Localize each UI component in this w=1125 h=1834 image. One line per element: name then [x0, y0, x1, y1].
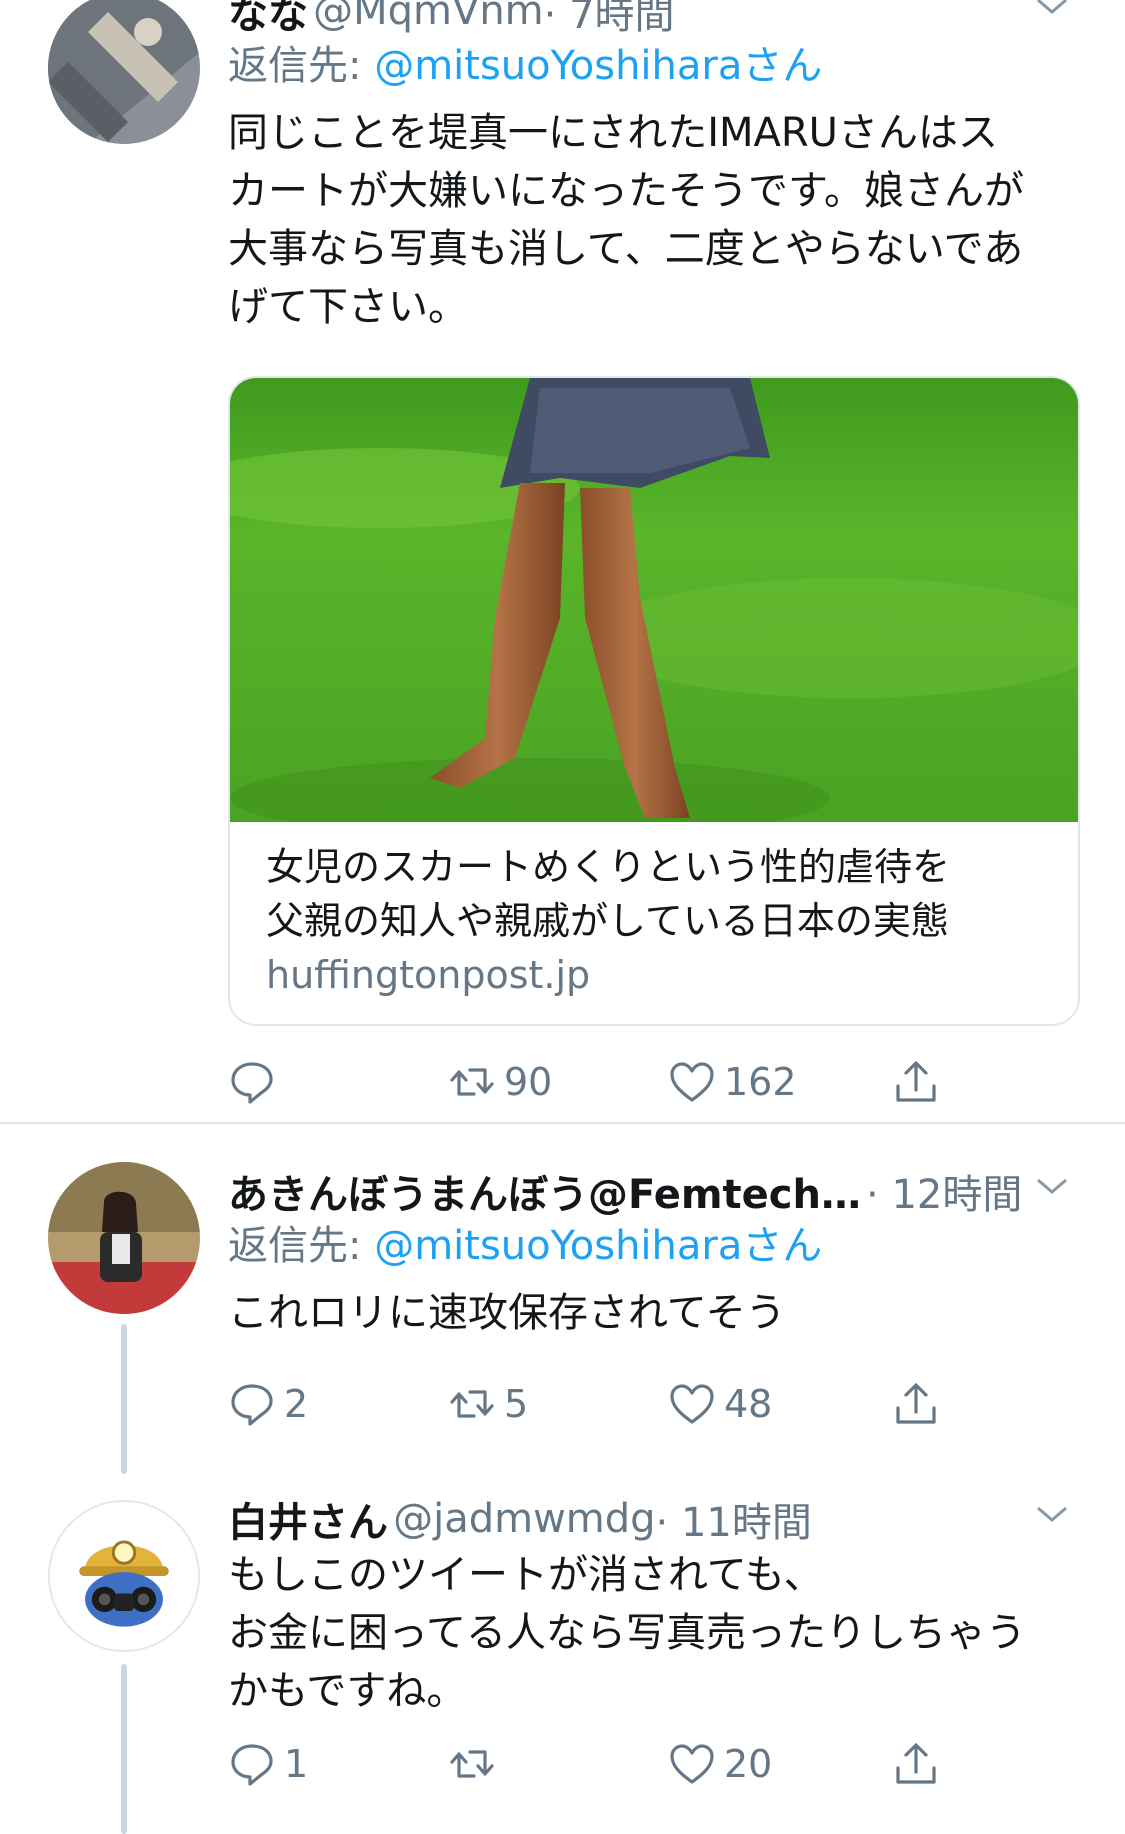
reply-icon [231, 1062, 273, 1104]
avatar[interactable] [48, 1500, 200, 1652]
share-icon [896, 1383, 936, 1424]
retweet-count: 5 [504, 1382, 529, 1426]
reply-to-label: 返信先: [228, 43, 375, 89]
timestamp[interactable]: · 12時間 [866, 1172, 1022, 1218]
reply-mention-link[interactable]: @mitsuoYoshiharaさん [374, 1223, 822, 1269]
reply-icon [231, 1744, 273, 1786]
like-button[interactable]: 48 [668, 1374, 772, 1434]
avatar-photo-icon [48, 0, 200, 144]
reply-button[interactable]: 2 [228, 1374, 308, 1434]
tweet-text: 同じことを堤真一にされたIMARUさんはス カートが大嫌いになったそうです。娘さ… [228, 110, 1024, 330]
tweet-divider [0, 1122, 1125, 1124]
retweet-icon [450, 1750, 494, 1778]
timestamp[interactable]: · 7時間 [544, 0, 675, 38]
reply-button[interactable]: 1 [228, 1734, 308, 1794]
heart-icon [670, 1384, 714, 1424]
retweet-button[interactable] [448, 1734, 504, 1794]
display-name[interactable]: 白井さん [228, 1500, 388, 1546]
like-count: 162 [724, 1060, 797, 1104]
reply-count: 1 [284, 1742, 309, 1786]
tweet-actions: 1 20 [228, 1734, 1028, 1794]
reply-count: 2 [284, 1382, 309, 1426]
reply-to: 返信先: @mitsuoYoshiharaさん [228, 1218, 1080, 1274]
retweet-icon [450, 1068, 494, 1096]
timestamp[interactable]: · 11時間 [656, 1500, 812, 1546]
chevron-down-icon[interactable] [1034, 1174, 1070, 1198]
tweet-text: もしこのツイートが消されても、 お金に困ってる人なら写真売ったりしちゃう かもで… [228, 1552, 1026, 1714]
like-button[interactable]: 20 [668, 1734, 772, 1794]
tweet-actions: 90 162 [228, 1052, 1028, 1112]
user-handle[interactable]: @MqmVnm [313, 0, 544, 34]
thread-line [121, 1324, 127, 1474]
chevron-down-icon[interactable] [1034, 1502, 1070, 1526]
reply-to-label: 返信先: [228, 1223, 375, 1269]
avatar[interactable] [48, 0, 200, 144]
avatar-photo-icon [48, 1162, 200, 1314]
card-image [230, 378, 1078, 822]
miner-character-icon [50, 1502, 198, 1650]
share-icon [896, 1061, 936, 1102]
like-count: 48 [724, 1382, 773, 1426]
card-body: 女児のスカートめくりという性的虐待を 父親の知人や親戚がしている日本の実態 hu… [230, 822, 1078, 1024]
chevron-down-icon[interactable] [1034, 0, 1070, 18]
tweet-text: これロリに速攻保存されてそう [228, 1290, 786, 1336]
user-handle[interactable]: @jadmwmdg [393, 1496, 655, 1542]
retweet-button[interactable]: 5 [448, 1374, 528, 1434]
share-button[interactable] [892, 1052, 940, 1112]
thread-line [121, 1664, 127, 1834]
card-title: 女児のスカートめくりという性的虐待を 父親の知人や親戚がしている日本の実態 [266, 845, 951, 943]
retweet-count: 90 [504, 1060, 553, 1104]
heart-icon [670, 1744, 714, 1784]
avatar[interactable] [48, 1162, 200, 1314]
display-name[interactable]: なな [228, 0, 308, 38]
tweet-header: なな @MqmVnm· 7時間 [228, 0, 1080, 38]
tweet-actions: 2 5 48 [228, 1374, 1028, 1434]
share-icon [896, 1743, 936, 1784]
card-domain: huffingtonpost.jp [266, 953, 591, 997]
like-count: 20 [724, 1742, 773, 1786]
share-button[interactable] [892, 1734, 940, 1794]
like-button[interactable]: 162 [668, 1052, 797, 1112]
share-button[interactable] [892, 1374, 940, 1434]
reply-button[interactable] [228, 1052, 284, 1112]
reply-icon [231, 1384, 273, 1426]
tweet-header: 白井さん @jadmwmdg· 11時間 [228, 1490, 1080, 1546]
heart-icon [670, 1062, 714, 1102]
reply-mention-link[interactable]: @mitsuoYoshiharaさん [374, 43, 822, 89]
display-name[interactable]: あきんぼうまんぼう@Femtech… [228, 1172, 861, 1218]
retweet-button[interactable]: 90 [448, 1052, 552, 1112]
reply-to: 返信先: @mitsuoYoshiharaさん [228, 38, 1080, 94]
retweet-icon [450, 1390, 494, 1418]
tweet-header: あきんぼうまんぼう@Femtech… · 12時間 [228, 1162, 1080, 1218]
link-card[interactable]: 女児のスカートめくりという性的虐待を 父親の知人や親戚がしている日本の実態 hu… [228, 376, 1080, 1026]
